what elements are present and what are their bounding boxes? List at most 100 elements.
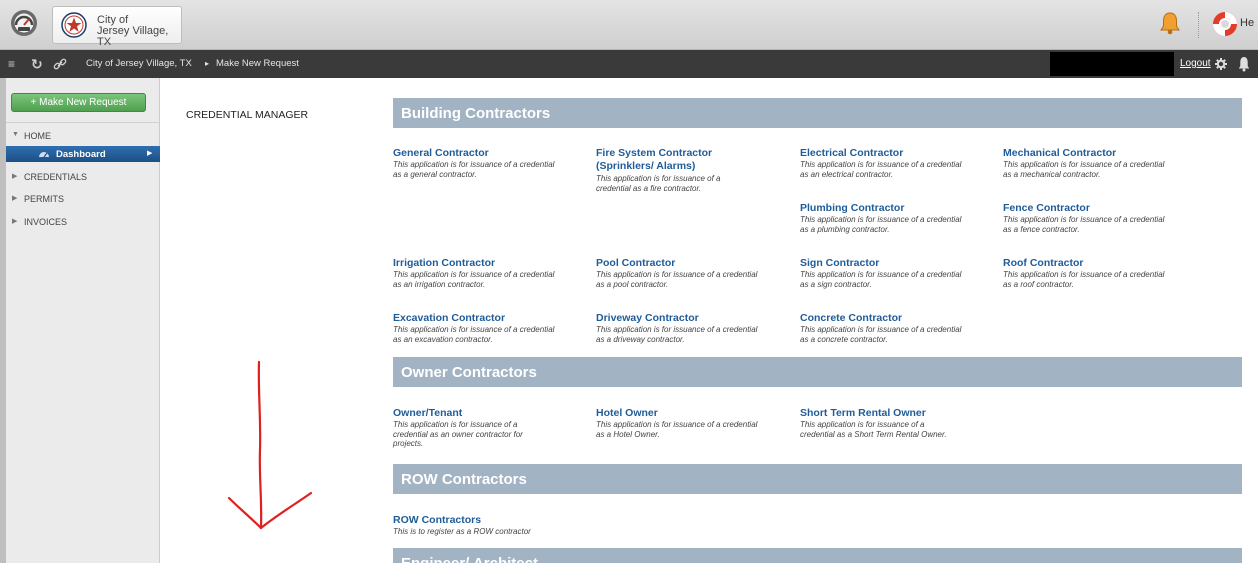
credential-option-general-contractor[interactable]: General Contractor This application is f… [393, 147, 563, 179]
credential-option-pool-contractor[interactable]: Pool Contractor This application is for … [596, 257, 766, 289]
city-name-line2: Jersey Village, TX [97, 25, 169, 48]
credential-option-plumbing-contractor[interactable]: Plumbing Contractor This application is … [800, 202, 970, 234]
section-title: ROW Contractors [401, 471, 527, 488]
credential-title[interactable]: Hotel Owner [596, 407, 766, 419]
refresh-icon[interactable]: ↻ [31, 56, 43, 72]
credential-title[interactable]: Irrigation Contractor [393, 257, 563, 269]
credential-option-roof-contractor[interactable]: Roof Contractor This application is for … [1003, 257, 1173, 289]
top-header: City of Jersey Village, TX He [0, 0, 1258, 50]
section-header-row-contractors: ROW Contractors [393, 464, 1242, 494]
sidebar-item-dashboard[interactable]: Dashboard ▶ [6, 146, 160, 162]
sidebar-item-invoices[interactable]: ▶ INVOICES [0, 214, 160, 230]
credential-description: This application is for issuance of a cr… [393, 270, 555, 289]
credential-description: This application is for issuance of a cr… [800, 325, 962, 344]
lifebuoy-icon[interactable] [1212, 11, 1238, 37]
credential-title[interactable]: Fence Contractor [1003, 202, 1173, 214]
credential-description: This application is for issuance of a cr… [393, 160, 555, 179]
gear-icon[interactable] [1215, 58, 1227, 70]
credential-option-row-contractors[interactable]: ROW Contractors This is to register as a… [393, 514, 593, 537]
app-window: City of Jersey Village, TX He ≡ ↻ City o… [0, 0, 1258, 563]
section-header-owner-contractors: Owner Contractors [393, 357, 1242, 387]
caret-right-icon: ▶ [12, 195, 18, 202]
credential-description: This is to register as a ROW contractor [393, 527, 531, 536]
sidebar-item-label: CREDENTIALS [24, 172, 88, 182]
gauge-icon [39, 152, 49, 158]
help-label[interactable]: He [1240, 17, 1254, 29]
credential-description: This application is for issuance of a cr… [800, 160, 962, 179]
city-name: City of Jersey Village, TX [97, 15, 181, 48]
credential-option-irrigation-contractor[interactable]: Irrigation Contractor This application i… [393, 257, 563, 289]
credential-title[interactable]: Electrical Contractor [800, 147, 970, 159]
credential-title[interactable]: Mechanical Contractor [1003, 147, 1173, 159]
credential-option-excavation-contractor[interactable]: Excavation Contractor This application i… [393, 312, 563, 344]
breadcrumb-separator: ▸ [205, 59, 210, 68]
credential-option-hotel-owner[interactable]: Hotel Owner This application is for issu… [596, 407, 766, 439]
sidebar-item-label: PERMITS [24, 194, 65, 204]
caret-right-icon: ▶ [12, 218, 18, 225]
credential-description: This application is for issuance of a cr… [800, 270, 962, 289]
credential-manager-heading: CREDENTIAL MANAGER [186, 109, 309, 121]
credential-title[interactable]: Roof Contractor [1003, 257, 1173, 269]
credential-title[interactable]: Short Term Rental Owner [800, 407, 960, 419]
credential-title[interactable]: Concrete Contractor [800, 312, 970, 324]
credential-description: This application is for issuance of a cr… [393, 420, 523, 448]
star-seal-icon [61, 12, 87, 38]
section-header-building-contractors: Building Contractors [393, 98, 1242, 128]
notification-bell-icon[interactable] [1238, 56, 1250, 72]
credential-option-driveway-contractor[interactable]: Driveway Contractor This application is … [596, 312, 766, 344]
sidebar-item-label: INVOICES [24, 217, 68, 227]
annotation-arrow-icon [227, 360, 313, 530]
credential-option-short-term-rental-owner[interactable]: Short Term Rental Owner This application… [800, 407, 960, 439]
sidebar-item-home[interactable]: ▼ HOME [0, 128, 160, 144]
dashboard-gauge-icon[interactable] [10, 9, 38, 37]
credential-title[interactable]: Pool Contractor [596, 257, 766, 269]
credential-option-sign-contractor[interactable]: Sign Contractor This application is for … [800, 257, 970, 289]
credential-option-fence-contractor[interactable]: Fence Contractor This application is for… [1003, 202, 1173, 234]
credential-description: This application is for issuance of a cr… [1003, 215, 1165, 234]
logout-link[interactable]: Logout [1180, 58, 1211, 69]
link-icon[interactable] [53, 57, 67, 71]
sidebar-item-credentials[interactable]: ▶ CREDENTIALS [0, 169, 160, 185]
credential-description: This application is for issuance of a cr… [596, 270, 758, 289]
credential-title[interactable]: Fire System Contractor (Sprinklers/ Alar… [596, 147, 746, 173]
credential-title[interactable]: Plumbing Contractor [800, 202, 970, 214]
sidebar-divider [6, 122, 160, 123]
credential-description: This application is for issuance of a cr… [800, 420, 947, 439]
sidebar-item-permits[interactable]: ▶ PERMITS [0, 191, 160, 207]
credential-option-concrete-contractor[interactable]: Concrete Contractor This application is … [800, 312, 970, 344]
caret-right-icon: ▶ [12, 173, 18, 180]
credential-description: This application is for issuance of a cr… [596, 174, 721, 193]
credential-description: This application is for issuance of a cr… [1003, 270, 1165, 289]
caret-right-icon: ▶ [147, 150, 153, 157]
section-title: Building Contractors [401, 105, 551, 122]
credential-title[interactable]: ROW Contractors [393, 514, 593, 526]
breadcrumb-city[interactable]: City of Jersey Village, TX [86, 58, 192, 69]
credential-title[interactable]: General Contractor [393, 147, 563, 159]
credential-option-mechanical-contractor[interactable]: Mechanical Contractor This application i… [1003, 147, 1173, 179]
city-tab[interactable]: City of Jersey Village, TX [52, 6, 182, 48]
header-divider [1198, 12, 1199, 38]
sidebar-item-label: Dashboard [56, 149, 106, 160]
credential-option-electrical-contractor[interactable]: Electrical Contractor This application i… [800, 147, 970, 179]
credential-title[interactable]: Excavation Contractor [393, 312, 563, 324]
make-new-request-button[interactable]: + Make New Request [11, 93, 146, 112]
section-title: Engineer/ Architect [401, 555, 538, 563]
breadcrumb-current-page: Make New Request [216, 58, 299, 69]
caret-down-icon: ▼ [12, 131, 19, 138]
credential-description: This application is for issuance of a cr… [596, 420, 758, 439]
hamburger-icon[interactable]: ≡ [8, 56, 15, 72]
credential-title[interactable]: Driveway Contractor [596, 312, 766, 324]
bell-icon[interactable] [1159, 11, 1181, 35]
credential-title[interactable]: Owner/Tenant [393, 407, 553, 419]
redacted-user-area [1050, 52, 1174, 76]
credential-description: This application is for issuance of a cr… [800, 215, 962, 234]
credential-description: This application is for issuance of a cr… [393, 325, 555, 344]
credential-option-fire-system-contractor[interactable]: Fire System Contractor (Sprinklers/ Alar… [596, 147, 746, 193]
credential-option-owner-tenant[interactable]: Owner/Tenant This application is for iss… [393, 407, 553, 449]
sidebar: + Make New Request ▼ HOME Dashboard ▶ ▶ … [0, 78, 160, 563]
section-header-engineer-architect: Engineer/ Architect [393, 548, 1242, 563]
sidebar-item-label: HOME [24, 131, 51, 141]
credential-description: This application is for issuance of a cr… [596, 325, 758, 344]
credential-description: This application is for issuance of a cr… [1003, 160, 1165, 179]
credential-title[interactable]: Sign Contractor [800, 257, 970, 269]
